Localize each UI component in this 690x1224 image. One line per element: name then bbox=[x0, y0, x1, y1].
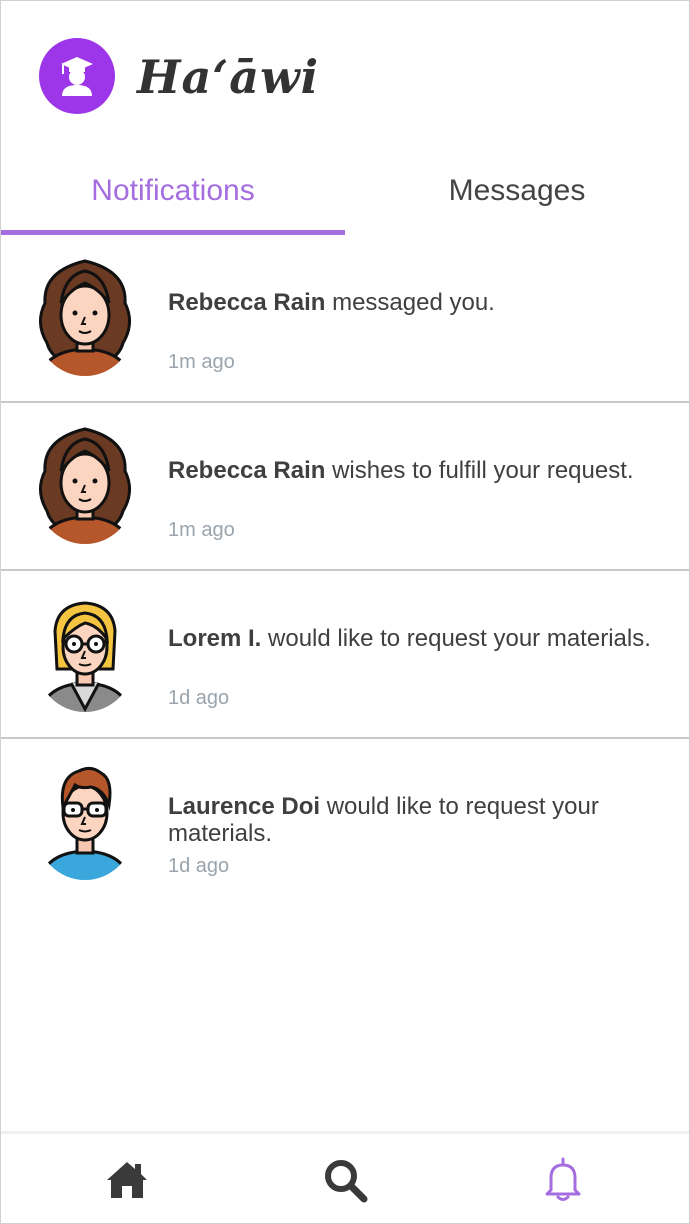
timestamp: 1m ago bbox=[168, 519, 235, 541]
timestamp: 1d ago bbox=[168, 687, 230, 709]
notification-message: messaged you. bbox=[325, 289, 495, 316]
notification-message: wishes to fulfill your request. bbox=[325, 457, 634, 484]
notification-message: would like to request your materials. bbox=[261, 625, 651, 652]
logo-icon[interactable] bbox=[39, 38, 115, 114]
app-frame: Haʻāwi Notifications Messages Rebecca Ra… bbox=[0, 0, 690, 1224]
notification-text: Laurence Doi would like to request your … bbox=[168, 793, 658, 847]
sender-name: Rebecca Rain bbox=[168, 457, 326, 484]
notification-item[interactable]: Laurence Doi would like to request your … bbox=[1, 739, 689, 905]
notification-item[interactable]: Rebecca Rain wishes to fulfill your requ… bbox=[1, 403, 689, 571]
tab-messages[interactable]: Messages bbox=[345, 171, 689, 211]
notification-text: Lorem I. would like to request your mate… bbox=[168, 625, 658, 652]
notification-item[interactable]: Rebecca Rain messaged you. 1m ago bbox=[1, 235, 689, 403]
home-icon[interactable] bbox=[103, 1156, 151, 1204]
timestamp: 1d ago bbox=[168, 855, 230, 877]
notification-text: Rebecca Rain wishes to fulfill your requ… bbox=[168, 457, 658, 484]
bottom-navigation bbox=[1, 1131, 689, 1223]
notification-text: Rebecca Rain messaged you. bbox=[168, 289, 658, 316]
app-title: Haʻāwi bbox=[137, 50, 320, 104]
woman-blonde-glasses-avatar bbox=[25, 589, 145, 719]
app-header: Haʻāwi bbox=[1, 1, 689, 151]
bell-icon[interactable] bbox=[539, 1156, 587, 1204]
search-icon[interactable] bbox=[321, 1156, 369, 1204]
notification-item[interactable]: Lorem I. would like to request your mate… bbox=[1, 571, 689, 739]
woman-brown-hair-avatar bbox=[25, 253, 145, 383]
timestamp: 1m ago bbox=[168, 351, 235, 373]
sender-name: Lorem I. bbox=[168, 625, 262, 652]
notification-list: Rebecca Rain messaged you. 1m ago Rebecc… bbox=[1, 235, 689, 905]
man-glasses-avatar bbox=[25, 757, 145, 887]
sender-name: Laurence Doi bbox=[168, 793, 321, 820]
tab-notifications[interactable]: Notifications bbox=[1, 171, 345, 211]
woman-brown-hair-avatar bbox=[25, 421, 145, 551]
sender-name: Rebecca Rain bbox=[168, 289, 326, 316]
tab-bar: Notifications Messages bbox=[1, 151, 689, 237]
